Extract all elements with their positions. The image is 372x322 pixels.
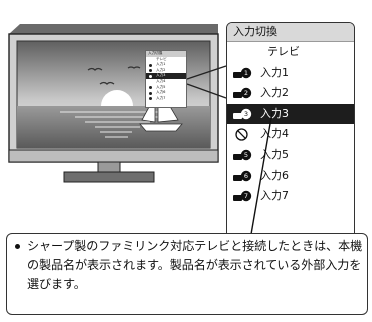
svg-text:5: 5 [244,151,248,159]
tv-bottom-bar [8,149,219,163]
menu-item-input3[interactable]: 3 入力3 [227,103,354,125]
prohibited-icon [235,128,248,142]
menu-item-tv[interactable]: テレビ [227,42,354,63]
plug-icon: 6 [233,170,252,181]
svg-text:6: 6 [244,172,248,180]
svg-text:2: 2 [244,89,248,97]
tv-screen-menu: 入力切換 テレビ 入力1 入力2 入力3 入力4 入力5 入力6 入力7 [145,50,187,108]
plug-icon: 7 [233,190,252,202]
caption-box: シャープ製のファミリンク対応テレビと接続したときは、本機の製品名が表示されます。… [6,233,368,315]
tv-stand-neck [97,161,121,173]
svg-text:7: 7 [244,192,248,200]
menu-item-label: 入力2 [260,86,289,100]
tv-screen-menu-item: 入力7 [146,96,186,102]
menu-item-input4[interactable]: 入力4 [227,124,354,145]
menu-item-label: 入力1 [260,65,289,79]
svg-text:3: 3 [244,110,248,118]
plug-icon: 3 [233,108,252,119]
menu-item-label: 入力4 [260,127,289,141]
plug-icon: 1 [233,67,252,78]
menu-item-label: 入力7 [260,189,289,203]
menu-item-input5[interactable]: 5 入力5 [227,145,354,166]
plug-icon: 5 [233,149,252,161]
menu-list: テレビ 1 入力1 2 入力2 3 入力3 入力4 5 入力5 6 入力6 7 … [227,42,354,207]
caption-text: シャープ製のファミリンク対応テレビと接続したときは、本機の製品名が表示されます。… [27,239,363,291]
plug-icon: 2 [233,87,252,99]
menu-item-label: 入力6 [260,168,289,182]
bullet-icon [15,244,20,249]
tv-stand-base [63,171,155,183]
menu-title: 入力切換 [227,23,354,42]
svg-text:1: 1 [244,69,248,77]
menu-item-label: 入力3 [260,106,289,120]
menu-item-input6[interactable]: 6 入力6 [227,166,354,187]
menu-item-input1[interactable]: 1 入力1 [227,63,354,84]
menu-item-input2[interactable]: 2 入力2 [227,83,354,104]
menu-item-input7[interactable]: 7 入力7 [227,186,354,207]
menu-item-label: テレビ [267,45,300,58]
menu-item-label: 入力5 [260,147,289,161]
input-select-menu: 入力切換 テレビ 1 入力1 2 入力2 3 入力3 入力4 5 入力5 6 入… [226,22,355,240]
